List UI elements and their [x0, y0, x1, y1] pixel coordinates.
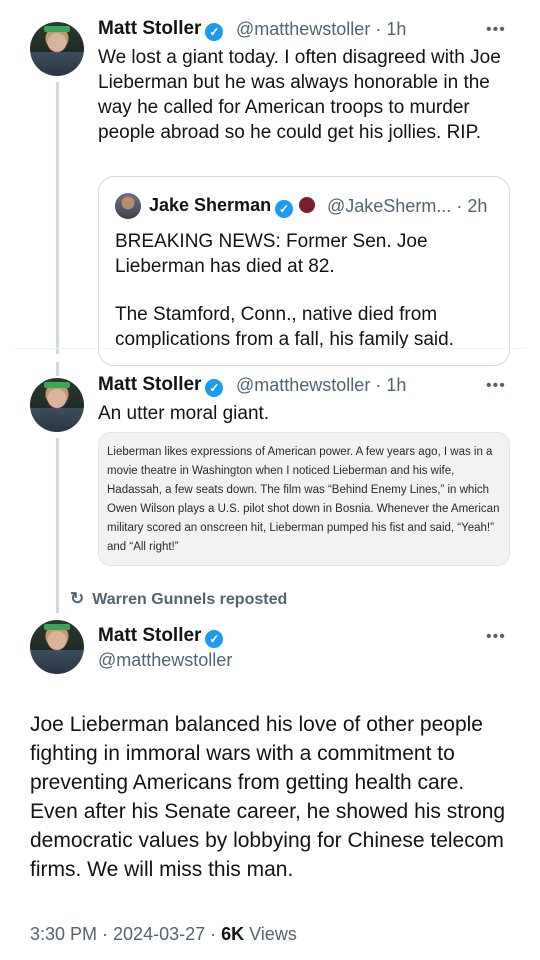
- thread-line: [56, 438, 59, 613]
- quoted-text-2: The Stamford, Conn., native died from co…: [115, 304, 454, 350]
- affiliation-badge-icon: [299, 197, 316, 213]
- quoted-author: Jake Sherman ✓: [149, 195, 316, 218]
- quoted-handle: @JakeSherm...: [327, 196, 452, 216]
- repost-indicator[interactable]: ↻ Warren Gunnels reposted: [70, 589, 287, 609]
- quoted-text-1: BREAKING NEWS: Former Sen. Joe Lieberman…: [115, 231, 428, 277]
- author-handle-time[interactable]: @matthewstoller · 1h: [236, 19, 406, 40]
- timestamp[interactable]: · 1h: [375, 19, 406, 39]
- screenshot-image[interactable]: Lieberman likes expressions of American …: [98, 432, 510, 566]
- avatar[interactable]: [30, 378, 84, 432]
- main-tweet-text: Joe Lieberman balanced his love of other…: [30, 713, 506, 881]
- author-name[interactable]: Matt Stoller ✓: [98, 625, 224, 648]
- tweet-text: We lost a giant today. I often disagreed…: [98, 47, 501, 143]
- avatar[interactable]: [30, 22, 84, 76]
- author-handle-time[interactable]: @matthewstoller · 1h: [236, 375, 406, 396]
- timestamp[interactable]: · 1h: [375, 375, 406, 395]
- author-name-text[interactable]: Matt Stoller: [98, 374, 201, 395]
- repost-icon: ↻: [70, 589, 85, 608]
- quoted-timestamp: · 2h: [456, 196, 488, 216]
- author-handle[interactable]: @matthewstoller: [236, 375, 370, 395]
- views-label: Views: [244, 924, 297, 944]
- views-count: 6K: [221, 924, 245, 944]
- quoted-handle-time: @JakeSherm... · 2h: [327, 196, 487, 217]
- divider: [14, 348, 526, 349]
- more-icon[interactable]: •••: [486, 377, 506, 395]
- quoted-avatar: [115, 193, 141, 219]
- verified-badge-icon: ✓: [205, 379, 224, 397]
- tweet-text: An utter moral giant.: [98, 403, 270, 424]
- screenshot-image-text: Lieberman likes expressions of American …: [107, 446, 500, 553]
- quoted-tweet[interactable]: Jake Sherman ✓ @JakeSherm... · 2h BREAKIN…: [98, 176, 510, 366]
- avatar[interactable]: [30, 620, 84, 674]
- verified-badge-icon: ✓: [205, 630, 224, 648]
- repost-label[interactable]: Warren Gunnels reposted: [92, 591, 287, 608]
- verified-badge-icon: ✓: [275, 200, 294, 218]
- thread-line: [56, 362, 59, 376]
- author-handle[interactable]: @matthewstoller: [98, 650, 232, 671]
- more-icon[interactable]: •••: [486, 628, 506, 646]
- more-icon[interactable]: •••: [486, 21, 506, 39]
- author-name[interactable]: Matt Stoller ✓: [98, 374, 224, 397]
- author-name-text[interactable]: Matt Stoller: [98, 18, 201, 39]
- quoted-author-name: Jake Sherman: [149, 195, 272, 215]
- author-name[interactable]: Matt Stoller ✓: [98, 18, 224, 41]
- verified-badge-icon: ✓: [205, 23, 224, 41]
- tweet-datetime[interactable]: 3:30 PM · 2024-03-27 ·: [30, 924, 221, 944]
- author-name-text[interactable]: Matt Stoller: [98, 625, 201, 646]
- tweet-meta: 3:30 PM · 2024-03-27 · 6K Views: [30, 924, 297, 945]
- author-handle[interactable]: @matthewstoller: [236, 19, 370, 39]
- thread-line: [56, 82, 59, 354]
